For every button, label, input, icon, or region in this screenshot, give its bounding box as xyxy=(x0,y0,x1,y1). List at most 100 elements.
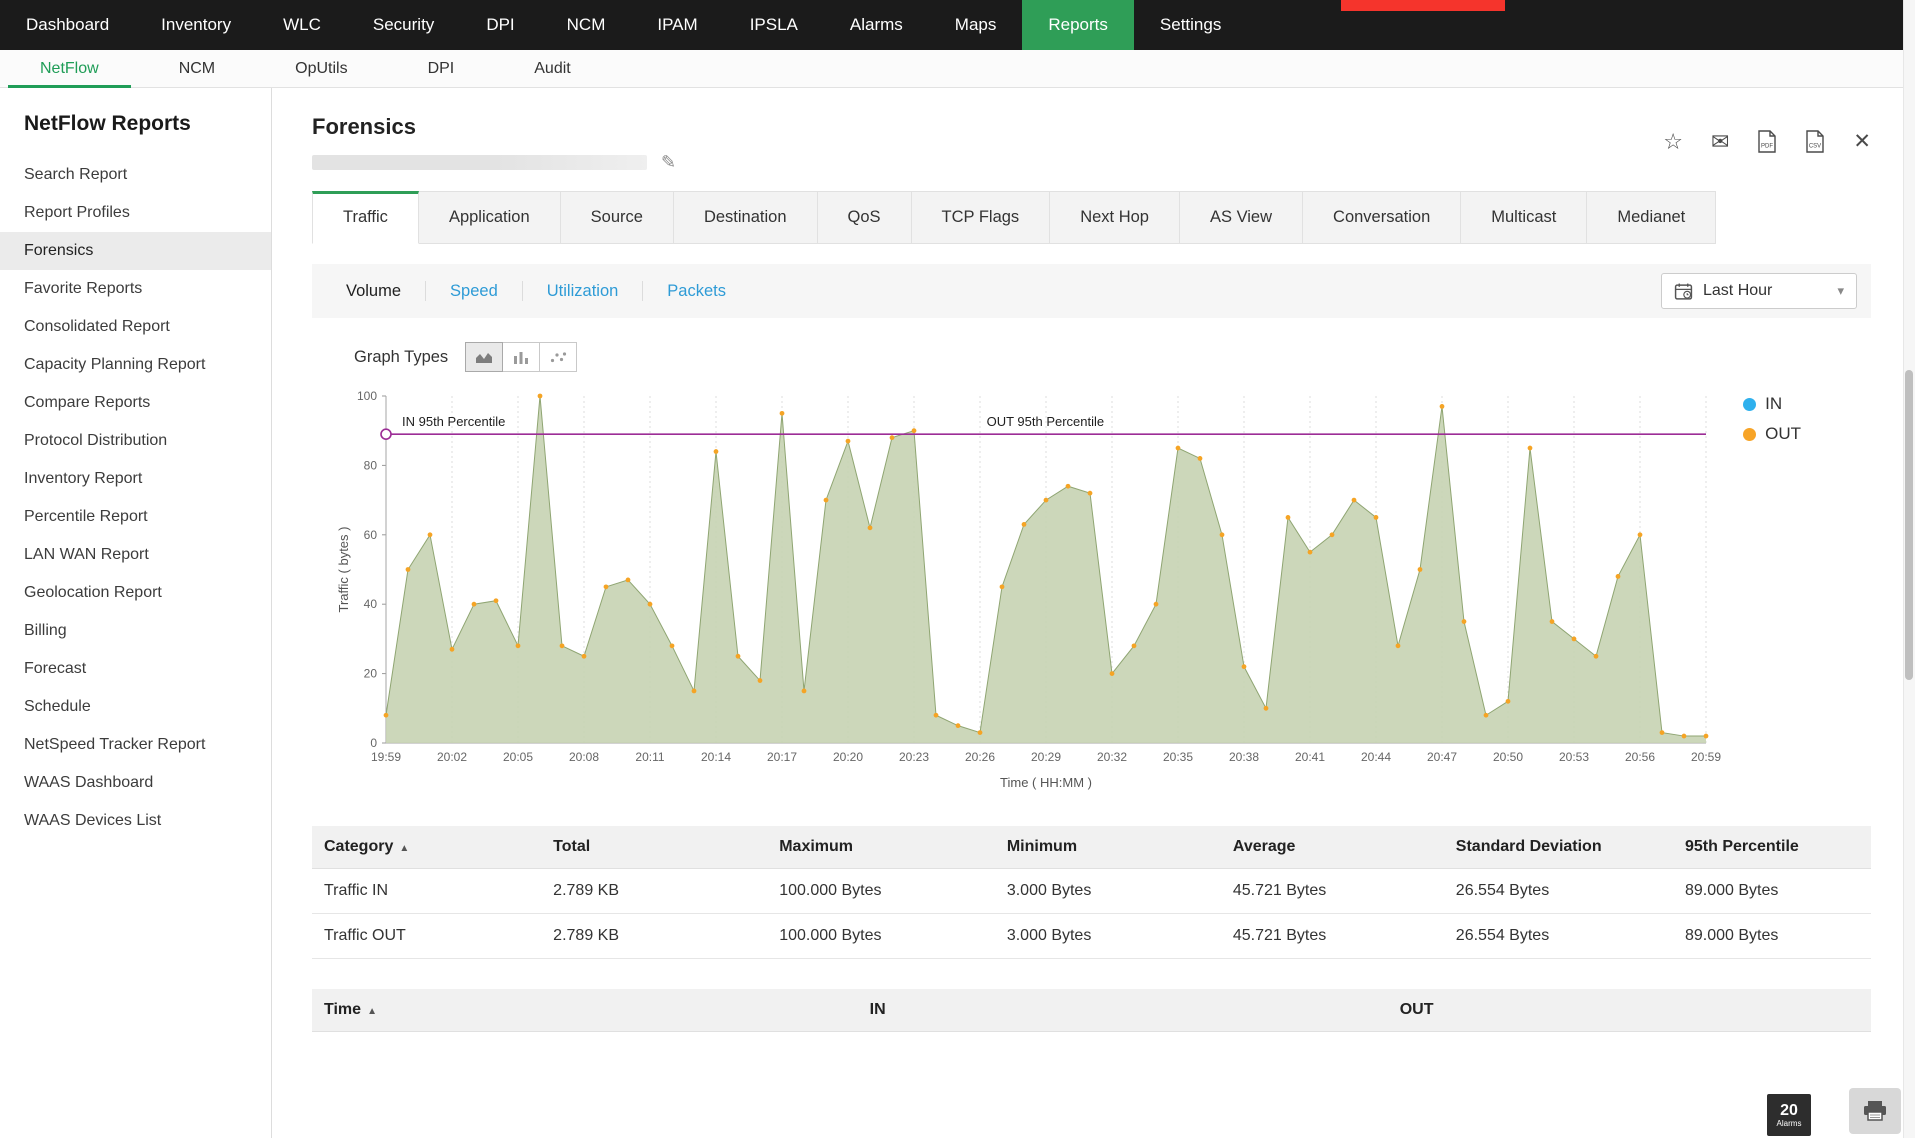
sidebar-item-netspeed-tracker-report[interactable]: NetSpeed Tracker Report xyxy=(0,726,271,764)
tab-traffic[interactable]: Traffic xyxy=(312,191,419,244)
alarms-widget[interactable]: 20 Alarms xyxy=(1767,1094,1811,1136)
top-navigation: Dashboard Inventory WLC Security DPI NCM… xyxy=(0,0,1915,50)
col-standard-deviation: Standard Deviation xyxy=(1444,826,1673,869)
svg-text:40: 40 xyxy=(364,597,378,611)
sidebar-item-capacity-planning-report[interactable]: Capacity Planning Report xyxy=(0,346,271,384)
favorite-star-icon[interactable]: ☆ xyxy=(1663,131,1683,153)
nav-item-ncm[interactable]: NCM xyxy=(541,0,632,50)
col-minimum: Minimum xyxy=(995,826,1221,869)
svg-text:20:53: 20:53 xyxy=(1559,750,1589,764)
vertical-scrollbar[interactable] xyxy=(1903,0,1915,1138)
module-tab-netflow[interactable]: NetFlow xyxy=(0,50,139,87)
svg-text:20: 20 xyxy=(364,667,378,681)
view-tab-speed[interactable]: Speed xyxy=(425,281,522,301)
print-button[interactable] xyxy=(1849,1088,1901,1134)
tab-destination[interactable]: Destination xyxy=(674,191,818,244)
view-tab-utilization[interactable]: Utilization xyxy=(522,281,643,301)
view-tab-volume[interactable]: Volume xyxy=(322,281,425,301)
svg-text:20:41: 20:41 xyxy=(1295,750,1325,764)
module-tab-ncm[interactable]: NCM xyxy=(139,50,255,87)
svg-text:20:26: 20:26 xyxy=(965,750,995,764)
svg-text:20:20: 20:20 xyxy=(833,750,863,764)
email-report-icon[interactable]: ✉ xyxy=(1711,131,1729,153)
graph-type-scatter-button[interactable] xyxy=(539,342,577,372)
nav-item-dashboard[interactable]: Dashboard xyxy=(0,0,135,50)
sidebar-item-percentile-report[interactable]: Percentile Report xyxy=(0,498,271,536)
module-tab-dpi[interactable]: DPI xyxy=(388,50,495,87)
sidebar-item-search-report[interactable]: Search Report xyxy=(0,156,271,194)
sidebar-item-forensics[interactable]: Forensics xyxy=(0,232,271,270)
sidebar-item-protocol-distribution[interactable]: Protocol Distribution xyxy=(0,422,271,460)
svg-text:20:38: 20:38 xyxy=(1229,750,1259,764)
tab-qos[interactable]: QoS xyxy=(818,191,912,244)
nav-item-security[interactable]: Security xyxy=(347,0,460,50)
sort-asc-icon[interactable]: ▲ xyxy=(367,1006,377,1017)
legend-in-dot xyxy=(1743,398,1756,411)
legend-out[interactable]: OUT xyxy=(1743,424,1801,444)
bar-chart-icon xyxy=(512,351,530,364)
cell-95th-percentile: 89.000 Bytes xyxy=(1673,914,1871,959)
graph-types-label: Graph Types xyxy=(354,348,448,367)
export-csv-icon[interactable]: CSV xyxy=(1805,130,1825,153)
sidebar-item-favorite-reports[interactable]: Favorite Reports xyxy=(0,270,271,308)
nav-item-dpi[interactable]: DPI xyxy=(460,0,540,50)
nav-item-ipam[interactable]: IPAM xyxy=(631,0,723,50)
tab-multicast[interactable]: Multicast xyxy=(1461,191,1587,244)
legend-in[interactable]: IN xyxy=(1743,394,1801,414)
nav-item-alarms[interactable]: Alarms xyxy=(824,0,929,50)
view-tab-packets[interactable]: Packets xyxy=(642,281,750,301)
tab-source[interactable]: Source xyxy=(561,191,674,244)
sidebar-item-forecast[interactable]: Forecast xyxy=(0,650,271,688)
module-tabs: NetFlow NCM OpUtils DPI Audit xyxy=(0,50,1915,88)
col-time[interactable]: Time▲ xyxy=(312,989,858,1032)
nav-item-wlc[interactable]: WLC xyxy=(257,0,347,50)
summary-header-row: Category▲ Total Maximum Minimum Average … xyxy=(312,826,1871,869)
sidebar-item-billing[interactable]: Billing xyxy=(0,612,271,650)
tab-next-hop[interactable]: Next Hop xyxy=(1050,191,1180,244)
nav-item-settings[interactable]: Settings xyxy=(1134,0,1247,50)
sidebar-item-schedule[interactable]: Schedule xyxy=(0,688,271,726)
module-tab-oputils[interactable]: OpUtils xyxy=(255,50,387,87)
detail-header-row: Time▲ IN OUT xyxy=(312,989,1871,1032)
graph-type-bar-button[interactable] xyxy=(502,342,540,372)
export-pdf-icon[interactable]: PDF xyxy=(1757,130,1777,153)
tab-as-view[interactable]: AS View xyxy=(1180,191,1303,244)
tab-conversation[interactable]: Conversation xyxy=(1303,191,1461,244)
scatter-chart-icon xyxy=(549,351,567,364)
edit-pencil-icon[interactable]: ✎ xyxy=(661,152,676,173)
sidebar-item-lan-wan-report[interactable]: LAN WAN Report xyxy=(0,536,271,574)
svg-text:80: 80 xyxy=(364,458,378,472)
sidebar-item-report-profiles[interactable]: Report Profiles xyxy=(0,194,271,232)
tab-application[interactable]: Application xyxy=(419,191,561,244)
module-tab-audit[interactable]: Audit xyxy=(494,50,610,87)
table-row-traffic-out: Traffic OUT 2.789 KB 100.000 Bytes 3.000… xyxy=(312,914,1871,959)
alarm-count-label: Alarms xyxy=(1777,1119,1802,1129)
page-title: Forensics xyxy=(312,114,676,140)
nav-item-maps[interactable]: Maps xyxy=(929,0,1023,50)
svg-text:20:50: 20:50 xyxy=(1493,750,1523,764)
sidebar-item-inventory-report[interactable]: Inventory Report xyxy=(0,460,271,498)
time-range-selector[interactable]: Last Hour ▾ xyxy=(1661,273,1857,309)
close-icon[interactable]: ✕ xyxy=(1853,131,1871,152)
col-total: Total xyxy=(541,826,767,869)
nav-item-inventory[interactable]: Inventory xyxy=(135,0,257,50)
svg-text:20:32: 20:32 xyxy=(1097,750,1127,764)
sidebar-item-consolidated-report[interactable]: Consolidated Report xyxy=(0,308,271,346)
svg-text:20:14: 20:14 xyxy=(701,750,731,764)
svg-text:20:47: 20:47 xyxy=(1427,750,1457,764)
tab-tcp-flags[interactable]: TCP Flags xyxy=(912,191,1051,244)
graph-type-area-button[interactable] xyxy=(465,342,503,372)
sidebar-item-waas-dashboard[interactable]: WAAS Dashboard xyxy=(0,764,271,802)
traffic-area-chart: 19:5920:0220:0520:0820:1120:1420:1720:20… xyxy=(334,380,1871,800)
main-content: Forensics ✎ ☆ ✉ PDF xyxy=(272,88,1915,1138)
svg-text:20:23: 20:23 xyxy=(899,750,929,764)
sidebar-item-geolocation-report[interactable]: Geolocation Report xyxy=(0,574,271,612)
scrollbar-thumb[interactable] xyxy=(1905,370,1913,680)
sidebar-item-waas-devices-list[interactable]: WAAS Devices List xyxy=(0,802,271,840)
col-category[interactable]: Category▲ xyxy=(312,826,541,869)
tab-medianet[interactable]: Medianet xyxy=(1587,191,1716,244)
nav-item-ipsla[interactable]: IPSLA xyxy=(724,0,824,50)
sort-asc-icon[interactable]: ▲ xyxy=(399,843,409,854)
sidebar-item-compare-reports[interactable]: Compare Reports xyxy=(0,384,271,422)
nav-item-reports[interactable]: Reports xyxy=(1022,0,1134,50)
